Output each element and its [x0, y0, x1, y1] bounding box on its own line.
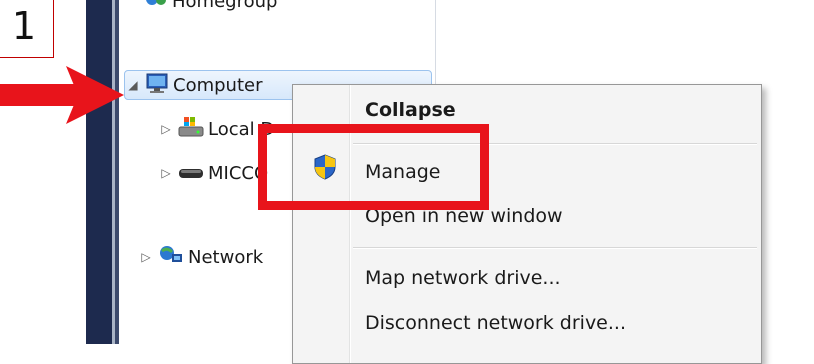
- computer-icon: [145, 72, 169, 99]
- tree-item-label: Network: [188, 246, 264, 268]
- homegroup-icon: [144, 0, 168, 14]
- red-arrow-icon: [0, 66, 124, 124]
- menu-item-collapse[interactable]: Collapse: [365, 99, 456, 121]
- tree-item-network[interactable]: ▷ Network: [138, 242, 263, 272]
- highlight-box: [258, 124, 489, 210]
- removable-drive-icon: [178, 160, 204, 187]
- window-frame-strip: [86, 0, 112, 344]
- expand-triangle-icon[interactable]: ▷: [158, 122, 174, 136]
- expand-triangle-icon[interactable]: ▷: [158, 166, 174, 180]
- step-number: 1: [11, 4, 37, 48]
- step-callout: 1: [0, 0, 54, 58]
- local-disk-icon: [178, 116, 204, 143]
- tree-item-removable-drive[interactable]: ▷ MICCO: [158, 158, 268, 188]
- tree-item-homegroup[interactable]: Homegroup: [140, 0, 277, 16]
- tree-item-local-disk[interactable]: ▷ Local D: [158, 114, 274, 144]
- menu-item-map-network-drive[interactable]: Map network drive...: [365, 267, 561, 289]
- menu-separator: [353, 247, 757, 249]
- tree-item-label: Computer: [173, 74, 263, 96]
- network-icon: [158, 244, 184, 271]
- tree-item-label: Homegroup: [172, 0, 278, 12]
- menu-item-disconnect-network-drive[interactable]: Disconnect network drive...: [365, 312, 626, 334]
- expand-triangle-icon[interactable]: ▷: [138, 250, 154, 264]
